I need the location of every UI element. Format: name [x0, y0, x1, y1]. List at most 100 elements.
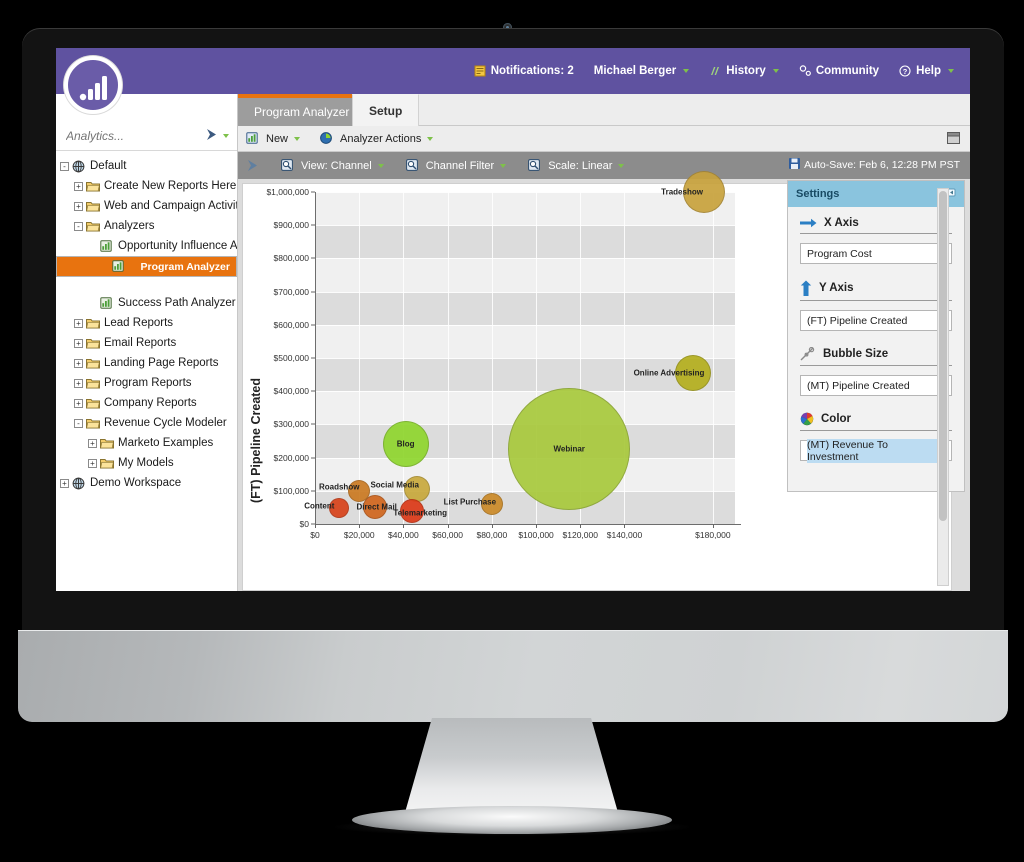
- tree-expander[interactable]: +: [74, 318, 83, 328]
- vertical-scrollbar-thumb[interactable]: [939, 191, 947, 521]
- settings-select-bubble-size[interactable]: (MT) Pipeline Created: [800, 375, 952, 396]
- chevron-down-icon[interactable]: [377, 163, 384, 168]
- tree-item-label: Default: [90, 160, 127, 172]
- tab-program-analyzer-label: Program Analyzer: [254, 105, 350, 119]
- y-axis-title: (FT) Pipeline Created: [249, 377, 263, 503]
- tree-item-program-analyzer[interactable]: Program Analyzer: [56, 256, 237, 277]
- chart-bubble[interactable]: [382, 421, 429, 468]
- grid-line-horizontal: [315, 324, 735, 326]
- chart-bubble[interactable]: [683, 171, 726, 213]
- chevron-down-icon[interactable]: [772, 69, 779, 73]
- tree-item-success-path-analyzer[interactable]: Success Path Analyzer: [56, 293, 237, 313]
- x-axis-tick-label: $180,000: [695, 530, 731, 540]
- nav-item-community[interactable]: Community: [799, 65, 879, 77]
- tree-expander[interactable]: +: [88, 458, 97, 468]
- settings-group-header: Bubble Size: [800, 347, 952, 366]
- chart-bubble[interactable]: [329, 498, 350, 519]
- tree-expander[interactable]: +: [74, 398, 83, 408]
- secondary-toolbar: View: Channel Channel Filter Scale: Linear…: [238, 152, 970, 179]
- tree-item-web-and-campaign-activity[interactable]: + Web and Campaign Activity: [56, 196, 237, 216]
- save-icon: [789, 158, 801, 172]
- tree-item-revenue-cycle-modeler[interactable]: - Revenue Cycle Modeler: [56, 413, 237, 433]
- chevron-down-icon[interactable]: [294, 136, 301, 141]
- y-axis-tick-label: $1,000,000: [266, 187, 309, 197]
- settings-select-color[interactable]: (MT) Revenue To Investment: [800, 438, 952, 463]
- tree-expander[interactable]: +: [88, 438, 97, 448]
- tree-expander[interactable]: +: [74, 201, 83, 211]
- tree-item-company-reports[interactable]: + Company Reports: [56, 393, 237, 413]
- vertical-scrollbar[interactable]: [937, 188, 949, 586]
- chart-bubble[interactable]: [508, 388, 631, 511]
- tab-program-analyzer[interactable]: Program Analyzer: [238, 94, 366, 126]
- toolbar-button-analyzer-actions[interactable]: Analyzer Actions: [320, 132, 434, 145]
- tree-expander[interactable]: -: [74, 221, 83, 231]
- tree-expander[interactable]: +: [74, 181, 83, 191]
- tree-expander[interactable]: -: [60, 161, 69, 171]
- bubble-size-icon: [800, 347, 816, 361]
- settings-select-value: (FT) Pipeline Created: [807, 314, 908, 327]
- toolbar-button-new[interactable]: New: [246, 132, 301, 145]
- nav-item-michael-berger[interactable]: Michael Berger: [593, 65, 690, 77]
- x-axis-tick-mark: [536, 524, 538, 528]
- tree-item-program-reports[interactable]: + Program Reports: [56, 373, 237, 393]
- chevron-down-icon[interactable]: [948, 69, 954, 73]
- folder-icon: [86, 220, 100, 233]
- chevron-down-icon[interactable]: [427, 136, 434, 141]
- nav-item-help[interactable]: ? Help: [899, 65, 954, 77]
- settings-group-header: Y Axis: [800, 280, 952, 301]
- tree-expander[interactable]: +: [74, 338, 83, 348]
- toolbar-button-scale-linear[interactable]: Scale: Linear: [528, 159, 625, 172]
- filter-arrow-icon[interactable]: [246, 159, 259, 172]
- chevron-down-icon[interactable]: [618, 163, 625, 168]
- restore-window-icon[interactable]: [947, 132, 960, 144]
- tree-item-opportunity-influence-analyzer[interactable]: Opportunity Influence Analyzer: [56, 236, 237, 256]
- toolbar-button-channel-filter[interactable]: Channel Filter: [405, 159, 507, 172]
- color-wheel-icon: [800, 412, 814, 426]
- monitor-stand-neck: [404, 718, 619, 816]
- nav-item-history[interactable]: History: [709, 65, 779, 77]
- tree-expander[interactable]: +: [60, 478, 69, 488]
- chevron-down-icon[interactable]: [683, 69, 690, 73]
- search-chevron-down-icon[interactable]: [223, 134, 229, 138]
- tree-item-analyzers[interactable]: - Analyzers: [56, 216, 237, 236]
- chevron-down-icon[interactable]: [500, 163, 507, 168]
- chart-bubble[interactable]: [675, 354, 711, 391]
- tab-setup[interactable]: Setup: [352, 94, 420, 126]
- tree-item-my-models[interactable]: + My Models: [56, 453, 237, 473]
- tree-expander[interactable]: -: [74, 418, 83, 428]
- y-axis-tick-mark: [311, 257, 315, 259]
- settings-group-label: Y Axis: [819, 282, 854, 294]
- y-axis-tick-label: $800,000: [273, 253, 309, 264]
- tree-item-email-reports[interactable]: + Email Reports: [56, 333, 237, 353]
- tree-item-create-new-reports-here[interactable]: + Create New Reports Here: [56, 176, 237, 196]
- chart-bubble[interactable]: [348, 479, 371, 502]
- chart-bubble[interactable]: [400, 499, 425, 524]
- y-axis-tick-mark: [311, 357, 315, 359]
- tree-item-marketo-examples[interactable]: + Marketo Examples: [56, 433, 237, 453]
- left-navigation-panel: - Default + Create New Reports Here + Web and…: [56, 94, 238, 591]
- nav-item-label: Michael Berger: [593, 65, 677, 77]
- settings-select-x-axis[interactable]: Program Cost: [800, 243, 952, 264]
- tree-item-landing-page-reports[interactable]: + Landing Page Reports: [56, 353, 237, 373]
- marketo-logo[interactable]: [64, 56, 122, 114]
- search-go-icon[interactable]: [205, 128, 218, 144]
- nav-item-notifications-2[interactable]: Notifications: 2: [474, 65, 574, 77]
- toolbar-button-view-channel[interactable]: View: Channel: [281, 159, 384, 172]
- tree-expander[interactable]: +: [74, 358, 83, 368]
- marketo-analytics-app: Notifications: 2 Michael Berger History Com…: [56, 48, 970, 591]
- tree-expander[interactable]: +: [74, 378, 83, 388]
- chart-bubble[interactable]: [480, 493, 503, 516]
- tree-item-label: Success Path Analyzer: [118, 297, 236, 309]
- tree-item-demo-workspace[interactable]: + Demo Workspace: [56, 473, 237, 493]
- settings-select-y-axis[interactable]: (FT) Pipeline Created: [800, 310, 952, 331]
- tree-item-lead-reports[interactable]: + Lead Reports: [56, 313, 237, 333]
- x-axis-tick-label: $80,000: [476, 530, 508, 540]
- tree-item-label: Web and Campaign Activity: [104, 200, 237, 212]
- x-axis-tick-mark: [580, 524, 582, 528]
- tree-item-default[interactable]: - Default: [56, 156, 237, 176]
- plot-band: [315, 225, 735, 259]
- x-axis-tick-mark: [359, 524, 361, 528]
- x-axis-tick-label: $40,000: [388, 530, 419, 540]
- search-input[interactable]: [56, 129, 186, 143]
- chart-bubble[interactable]: [403, 476, 430, 503]
